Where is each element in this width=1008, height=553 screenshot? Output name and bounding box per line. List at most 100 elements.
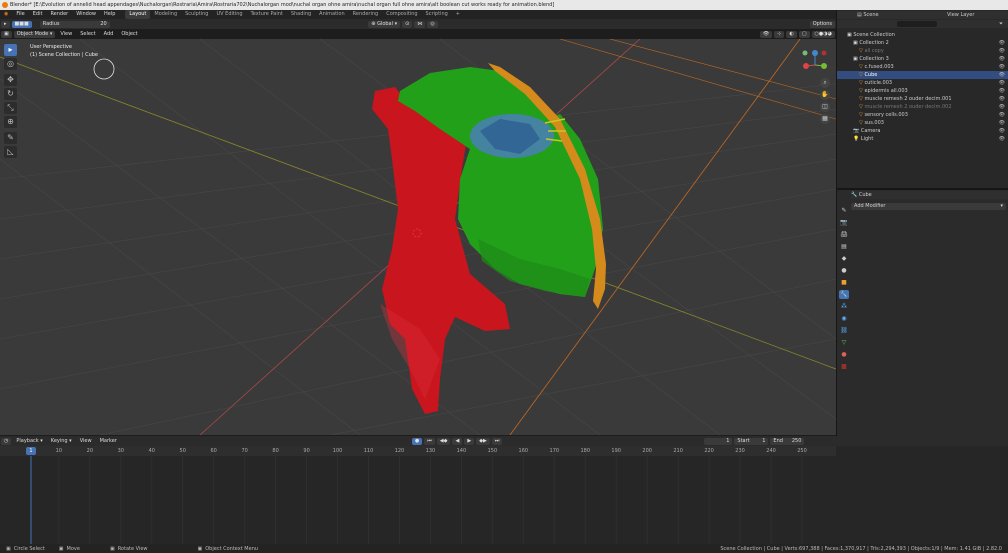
menu-render[interactable]: Render [46, 10, 72, 19]
jump-start-button[interactable]: ⏮ [424, 437, 435, 445]
outliner-row[interactable]: ▽ epidermis all.003 👁 [837, 87, 1008, 95]
tab-animation[interactable]: Animation [315, 10, 349, 19]
tab-layout[interactable]: Layout [125, 10, 151, 19]
timeline-menu-view[interactable]: View [76, 437, 96, 446]
move-tool-icon[interactable]: ✥ [4, 74, 17, 86]
annotate-tool-icon[interactable]: ✎ [4, 132, 17, 144]
play-reverse-button[interactable]: ◀ [452, 437, 463, 445]
visibility-eye-icon[interactable]: 👁 [999, 127, 1005, 135]
timeline-menu-playback[interactable]: Playback ▾ [12, 437, 46, 446]
view-layer-label[interactable]: View Layer [947, 11, 974, 19]
view-layer-props-icon[interactable]: ▤ [839, 242, 849, 251]
outliner-row[interactable]: ▽ muscle remesh 2 ouder decim.002 👁 [837, 103, 1008, 111]
proportional-icon[interactable]: ◎ [427, 20, 438, 28]
visibility-eye-icon[interactable]: 👁 [999, 47, 1005, 55]
render-props-icon[interactable]: 📷 [839, 218, 849, 227]
outliner-row[interactable]: ▣ Collection 2 👁 [837, 39, 1008, 47]
tab-uv-editing[interactable]: UV Editing [212, 10, 246, 19]
orientation-dropdown[interactable]: ⊕ Global ▾ [368, 20, 401, 28]
outliner-row[interactable]: ▽ sensory cells.003 👁 [837, 111, 1008, 119]
visibility-eye-icon[interactable]: 👁 [999, 71, 1005, 79]
visibility-eye-icon[interactable]: 👁 [999, 87, 1005, 95]
pan-hand-icon[interactable]: ✋ [820, 90, 830, 100]
start-frame-field[interactable]: Start 1 [734, 437, 769, 445]
play-button[interactable]: ▶ [464, 437, 475, 445]
tab-texture-paint[interactable]: Texture Paint [247, 10, 287, 19]
data-props-icon[interactable]: ▽ [839, 338, 849, 347]
prev-keyframe-button[interactable]: ◀◆ [436, 437, 451, 445]
constraints-props-icon[interactable]: ⛓ [839, 326, 849, 335]
menu-file[interactable]: File [12, 10, 28, 19]
outliner-row[interactable]: 💡 Light 👁 [837, 135, 1008, 143]
visibility-eye-icon[interactable]: 👁 [999, 119, 1005, 127]
navigation-gizmo[interactable] [802, 50, 828, 69]
gizmo-icon[interactable]: ⊹ [774, 30, 785, 38]
visibility-eye-icon[interactable]: 👁 [999, 135, 1005, 143]
xray-icon[interactable]: ▢ [798, 30, 810, 38]
blender-menu-icon[interactable]: ◉ [0, 10, 12, 19]
filter-icon[interactable]: ⏷ [999, 20, 1003, 28]
visibility-icon[interactable]: 👁 [759, 30, 773, 38]
tab-rendering[interactable]: Rendering [349, 10, 383, 19]
visibility-eye-icon[interactable]: 👁 [999, 63, 1005, 71]
world-props-icon[interactable]: ● [839, 266, 849, 275]
viewport-menu-add[interactable]: Add [100, 30, 118, 39]
scene-props-icon[interactable]: ◆ [839, 254, 849, 263]
outliner-row[interactable]: ▽ all copy 👁 [837, 47, 1008, 55]
3d-viewport[interactable]: ⌕ ✋ ◫ ▦ [0, 39, 836, 435]
options-dropdown[interactable]: Options [809, 20, 835, 28]
select-mode-icons[interactable]: ■■■ [11, 20, 32, 28]
rotate-tool-icon[interactable]: ↻ [4, 88, 17, 100]
physics-props-icon[interactable]: ◉ [839, 314, 849, 323]
particles-props-icon[interactable]: ⁂ [839, 302, 849, 311]
scene-collection-row[interactable]: ▣ Scene Collection [837, 31, 1008, 39]
jump-end-button[interactable]: ⏭ [491, 437, 503, 445]
viewport-menu-object[interactable]: Object [117, 30, 141, 39]
tab-modeling[interactable]: Modeling [150, 10, 181, 19]
scale-tool-icon[interactable]: ⤡ [4, 102, 17, 114]
viewport-menu-select[interactable]: Select [76, 30, 99, 39]
menu-edit[interactable]: Edit [29, 10, 47, 19]
visibility-eye-icon[interactable]: 👁 [999, 55, 1005, 63]
transform-tool-icon[interactable]: ⊕ [4, 116, 17, 128]
texture-props-icon[interactable]: ▩ [839, 362, 849, 371]
add-workspace-button[interactable]: + [452, 10, 464, 19]
radius-field[interactable]: Radius 20 [39, 20, 110, 28]
timeline-ruler[interactable]: 1 10 20 30 40 50 60 70 80 90 100 110 120 130 140 150 160… [0, 446, 836, 456]
material-props-icon[interactable]: ● [839, 350, 849, 359]
visibility-eye-icon[interactable]: 👁 [999, 95, 1005, 103]
outliner-row[interactable]: 📷 Camera 👁 [837, 127, 1008, 135]
tab-sculpting[interactable]: Sculpting [181, 10, 212, 19]
camera-view-icon[interactable]: ◫ [820, 102, 830, 112]
visibility-eye-icon[interactable]: 👁 [999, 103, 1005, 111]
overlay-icon[interactable]: ◐ [786, 30, 797, 38]
outliner-row[interactable]: ▽ cuticle.003 👁 [837, 79, 1008, 87]
mode-dropdown[interactable]: Object Mode ▾ [13, 30, 56, 38]
tool-icon[interactable]: ▸ [1, 20, 10, 28]
next-keyframe-button[interactable]: ◆▶ [476, 437, 490, 445]
snap-icon[interactable]: ⋈ [414, 20, 426, 28]
current-frame-field[interactable]: 1 [704, 437, 733, 445]
outliner-row[interactable]: ▽ muscle remesh 2 ouder decim.001 👁 [837, 95, 1008, 103]
timeline-menu-keying[interactable]: Keying ▾ [47, 437, 76, 446]
ortho-grid-icon[interactable]: ▦ [820, 114, 830, 124]
object-props-icon[interactable]: ■ [839, 278, 849, 287]
outliner-row[interactable]: ▣ Collection 3 👁 [837, 55, 1008, 63]
outliner-row[interactable]: ▽ Cube 👁 [837, 71, 1008, 79]
modifier-props-icon[interactable]: 🔧 [839, 290, 849, 299]
output-props-icon[interactable]: 🖨 [839, 230, 849, 239]
record-button[interactable]: ● [411, 437, 423, 445]
add-modifier-dropdown[interactable]: Add Modifier ▾ [851, 203, 1006, 210]
menu-window[interactable]: Window [72, 10, 100, 19]
menu-help[interactable]: Help [100, 10, 119, 19]
pivot-icon[interactable]: ⊙ [402, 20, 413, 28]
tab-scripting[interactable]: Scripting [422, 10, 452, 19]
tool-props-icon[interactable]: ✎ [839, 206, 849, 215]
visibility-eye-icon[interactable]: 👁 [999, 39, 1005, 47]
scene-label[interactable]: Scene [863, 12, 878, 18]
tab-shading[interactable]: Shading [287, 10, 315, 19]
visibility-eye-icon[interactable]: 👁 [999, 79, 1005, 87]
select-tool-icon[interactable]: ▸ [4, 44, 17, 56]
timeline-menu-marker[interactable]: Marker [96, 437, 121, 446]
end-frame-field[interactable]: End 250 [770, 437, 805, 445]
